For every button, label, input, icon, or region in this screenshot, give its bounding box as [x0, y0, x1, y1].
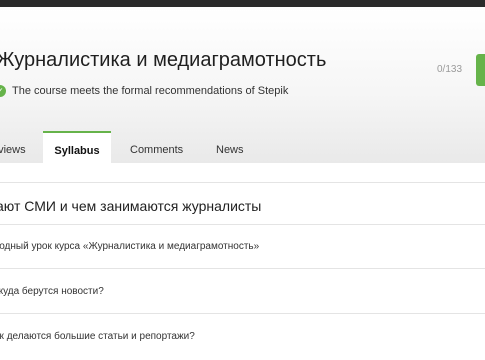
lesson-item[interactable]: водный урок курса «Журналистика и медиаг…	[0, 241, 259, 252]
divider	[0, 182, 485, 183]
divider	[0, 313, 485, 314]
top-bar	[0, 0, 485, 7]
lesson-item[interactable]: ткуда берутся новости?	[0, 286, 104, 297]
recommendation-note: ✓ The course meets the formal recommenda…	[0, 85, 288, 97]
divider	[0, 268, 485, 269]
divider	[0, 224, 485, 225]
recommendation-text: The course meets the formal recommendati…	[12, 85, 289, 97]
course-header: Журналистика и медиаграмотность ✓ The co…	[0, 7, 485, 170]
check-circle-icon: ✓	[0, 85, 6, 97]
section-title: ают СМИ и чем занимаются журналисты	[0, 198, 262, 214]
syllabus-content: ают СМИ и чем занимаются журналисты водн…	[0, 163, 485, 360]
course-title: Журналистика и медиаграмотность	[0, 49, 327, 71]
course-progress: 0/133	[437, 64, 463, 75]
lesson-item[interactable]: ак делаются большие статьи и репортажи?	[0, 331, 195, 342]
continue-button[interactable]	[476, 54, 485, 86]
